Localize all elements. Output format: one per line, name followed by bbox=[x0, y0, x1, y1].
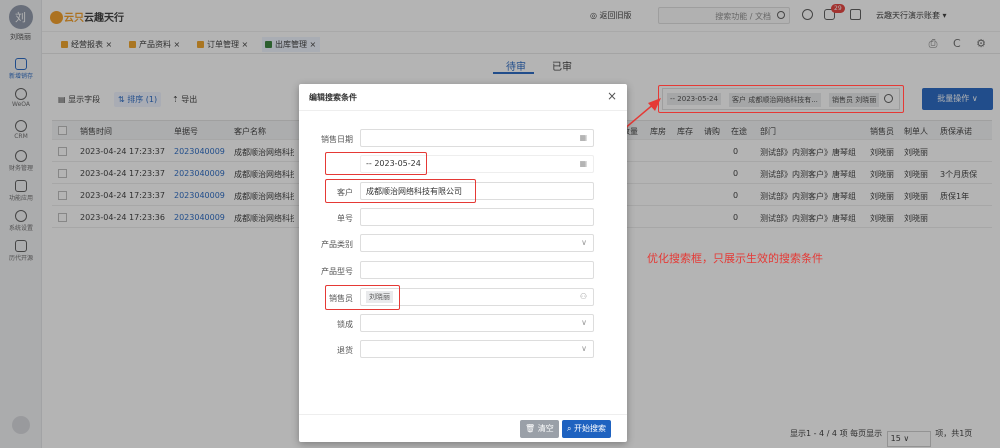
clear-button[interactable]: 🗑 清空 bbox=[520, 420, 559, 438]
edit-search-dialog: 编辑搜索条件 × 销售日期 ▦ -- 2023-05-24 ▦ 客户 成都顺治网络… bbox=[299, 84, 627, 442]
sale-date-field[interactable]: ▦ bbox=[360, 129, 594, 147]
people-icon[interactable]: ⚇ bbox=[580, 292, 587, 301]
annotation-box bbox=[325, 179, 476, 203]
annotation-box bbox=[325, 152, 427, 175]
chevron-down-icon: ∨ bbox=[581, 238, 587, 247]
close-icon[interactable]: × bbox=[607, 89, 617, 103]
calendar-icon[interactable]: ▦ bbox=[579, 133, 587, 142]
product-category-select[interactable]: ∨ bbox=[360, 234, 594, 252]
calendar-icon[interactable]: ▦ bbox=[579, 159, 587, 168]
chevron-down-icon: ∨ bbox=[581, 344, 587, 353]
chevron-down-icon: ∨ bbox=[581, 318, 587, 327]
product-model-field[interactable] bbox=[360, 261, 594, 279]
order-no-field[interactable] bbox=[360, 208, 594, 226]
start-search-button[interactable]: ⌕ 开始搜索 bbox=[562, 420, 612, 438]
return-select[interactable]: ∨ bbox=[360, 340, 594, 358]
lock-select[interactable]: ∨ bbox=[360, 314, 594, 332]
annotation-box bbox=[325, 285, 400, 310]
dialog-title: 编辑搜索条件 bbox=[309, 93, 357, 102]
